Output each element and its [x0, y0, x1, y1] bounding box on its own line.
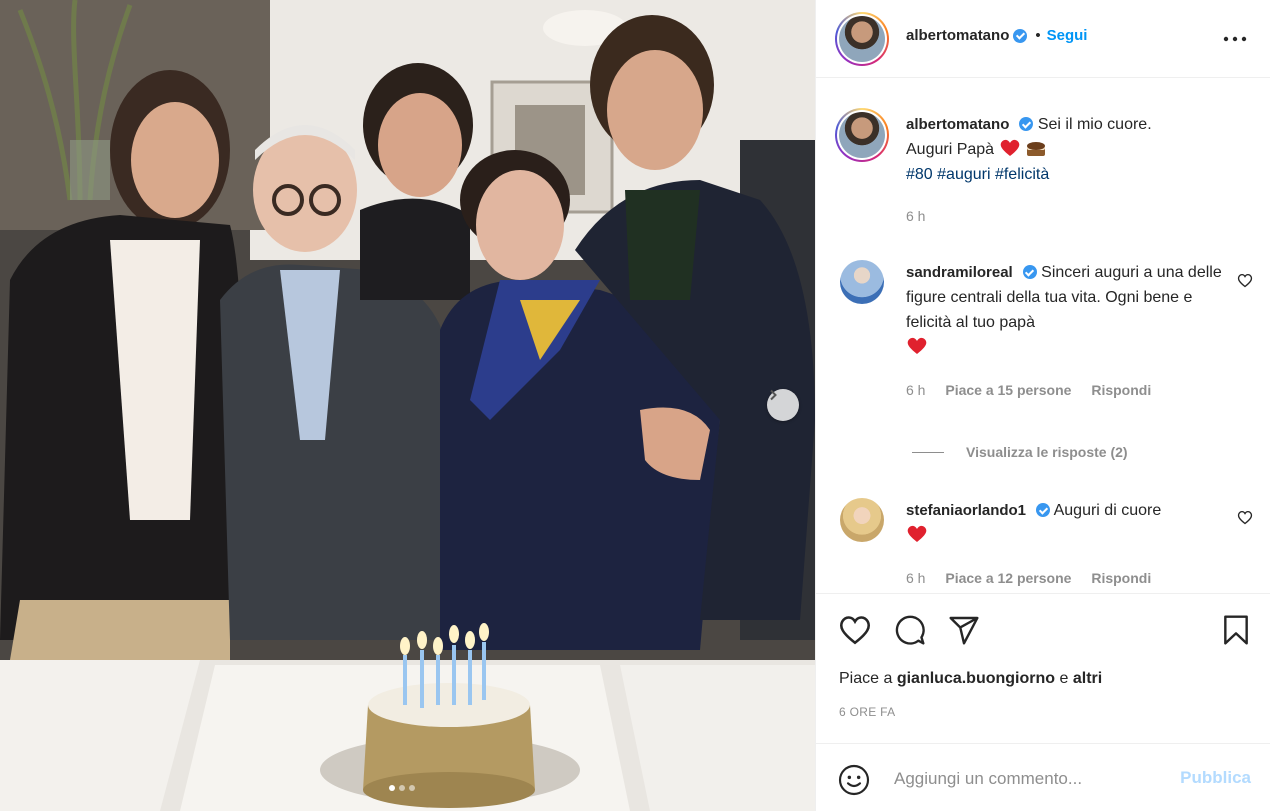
likes-summary[interactable]: Piace a gianluca.buongiorno e altri [839, 670, 1102, 688]
verified-icon [1019, 117, 1034, 131]
comment-icon[interactable] [894, 614, 926, 646]
caption-time: 6 h [906, 208, 926, 224]
emoji-icon[interactable] [838, 764, 870, 796]
commenter-avatar[interactable] [840, 498, 884, 542]
carousel-dot [409, 785, 415, 791]
author-username[interactable]: albertomatano [906, 27, 1009, 44]
like-comment-heart-icon[interactable] [1237, 273, 1253, 288]
commenter-username[interactable]: stefaniaorlando1 [906, 502, 1026, 519]
comment-text: Auguri di cuore [1053, 502, 1162, 519]
follow-button[interactable]: Segui [1047, 27, 1088, 44]
publish-button[interactable]: Pubblica [1180, 768, 1251, 788]
commenter-username[interactable]: sandramiloreal [906, 264, 1013, 281]
heart-icon[interactable] [838, 614, 872, 646]
likes-others[interactable]: altri [1073, 670, 1102, 687]
comment-likes[interactable]: Piace a 12 persone [945, 570, 1071, 586]
reply-button[interactable]: Rispondi [1091, 570, 1151, 586]
next-photo-button[interactable] [767, 389, 799, 421]
view-replies-button[interactable]: Visualizza le risposte (2) [912, 444, 1128, 460]
share-icon[interactable] [948, 614, 980, 646]
post-time-ago[interactable]: 6 ORE FA [839, 705, 895, 719]
verified-icon [1036, 503, 1051, 517]
more-options-icon[interactable] [1223, 29, 1247, 49]
heart-emoji-icon [907, 337, 927, 354]
photo-illustration [0, 0, 815, 811]
caption-text-line2: Auguri Papà [906, 141, 995, 158]
comment-meta: 6 h Piace a 15 persone Rispondi [906, 382, 1167, 398]
post-side-panel: albertomatano • Segui albertomatano Sei … [815, 0, 1270, 811]
cake-emoji-icon [1026, 142, 1045, 156]
commenter-avatar[interactable] [840, 260, 884, 304]
comment-time: 6 h [906, 570, 926, 586]
add-comment-bar: Pubblica [816, 743, 1270, 811]
post-actions [816, 593, 1270, 743]
likes-user[interactable]: gianluca.buongiorno [897, 670, 1055, 687]
chevron-right-icon [770, 389, 777, 401]
header-separator: • [1035, 27, 1041, 44]
view-replies-label: Visualizza le risposte (2) [966, 444, 1128, 460]
replies-divider [912, 451, 944, 453]
caption-author-avatar[interactable] [835, 108, 889, 162]
likes-and: e [1059, 670, 1069, 687]
carousel-dot [399, 785, 405, 791]
verified-icon [1013, 28, 1028, 43]
comment-likes[interactable]: Piace a 15 persone [945, 382, 1071, 398]
caption-hashtags[interactable]: #80 #auguri #felicità [906, 166, 1049, 183]
post-header: albertomatano • Segui [816, 0, 1270, 78]
comment-time: 6 h [906, 382, 926, 398]
caption-meta: 6 h [906, 208, 941, 224]
reply-button[interactable]: Rispondi [1091, 382, 1151, 398]
verified-icon [1022, 265, 1037, 279]
bookmark-icon[interactable] [1222, 614, 1250, 646]
caption-text-line1: Sei il mio cuore. [1037, 116, 1152, 133]
heart-emoji-icon [907, 525, 927, 542]
comment-meta: 6 h Piace a 12 persone Rispondi [906, 570, 1167, 586]
post-photo[interactable] [0, 0, 815, 811]
carousel-indicator [389, 785, 415, 791]
carousel-dot-active [389, 785, 395, 791]
heart-emoji-icon [1000, 139, 1019, 156]
caption-username[interactable]: albertomatano [906, 116, 1009, 133]
like-comment-heart-icon[interactable] [1237, 510, 1253, 525]
comment-input[interactable] [894, 764, 1174, 794]
author-avatar[interactable] [835, 12, 889, 66]
likes-prefix: Piace a [839, 670, 893, 687]
